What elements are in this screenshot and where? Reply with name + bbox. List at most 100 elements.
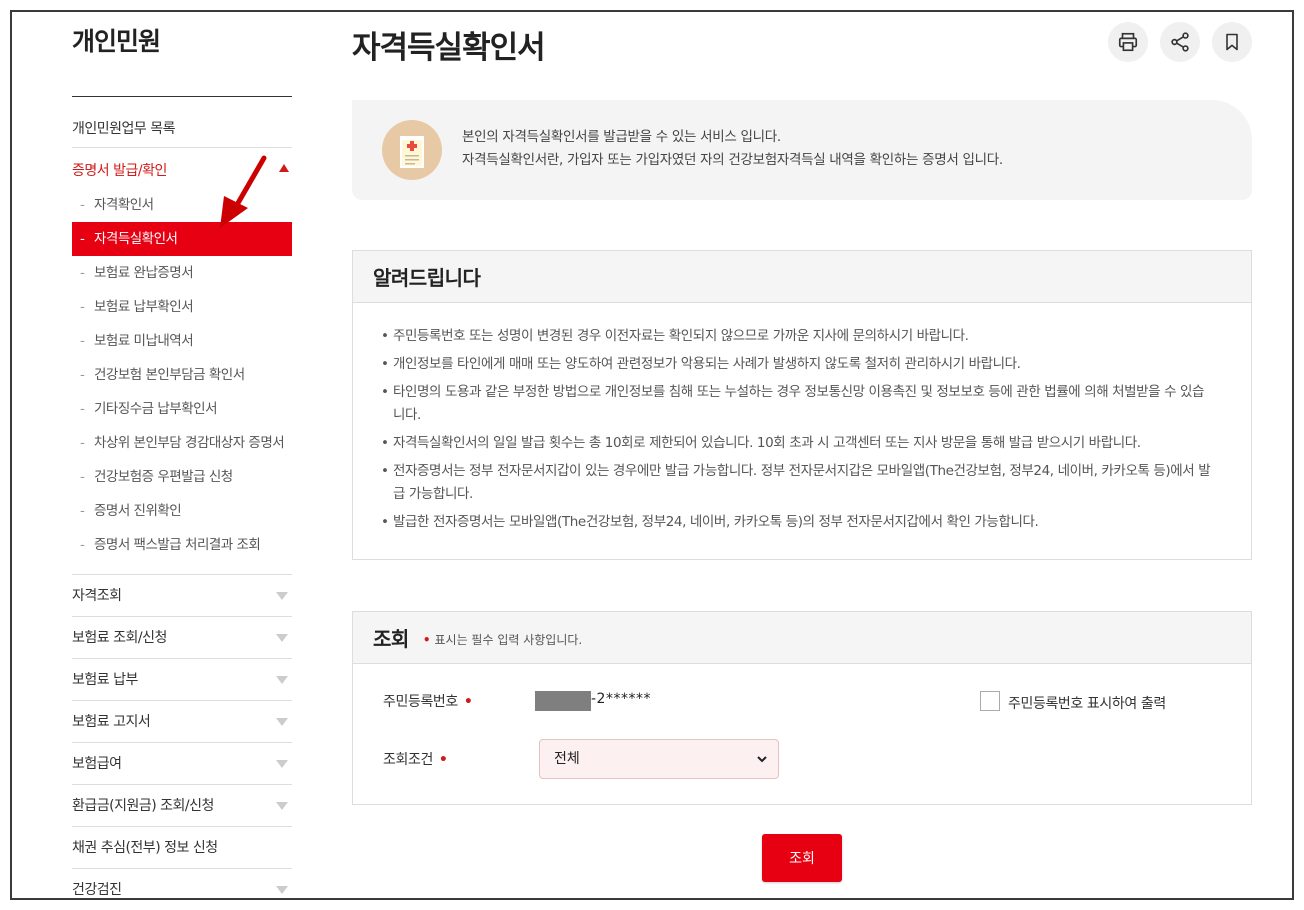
sidebar-section-label: 증명서 발급/확인 [72,163,167,179]
dash-icon: - [80,299,85,315]
sidebar-category-label: 건강검진 [72,882,122,898]
sidebar-sub-item-label: 건강보험증 우편발급 신청 [94,469,233,485]
sidebar-sub-item-label: 건강보험 본인부담금 확인서 [94,367,245,383]
id-label: 주민등록번호 • [383,691,473,711]
notice-title: 알려드립니다 [373,266,481,290]
service-intro-box: 본인의 자격득실확인서를 발급받을 수 있는 서비스 입니다. 자격득실확인서란… [352,100,1252,200]
document-icon [382,120,442,180]
sidebar-category-item[interactable]: 보험료 고지서 [72,700,292,742]
notice-list: 주민등록번호 또는 성명이 변경된 경우 이전자료는 확인되지 않으므로 가까운… [353,303,1251,555]
sidebar-category-label: 자격조회 [72,588,122,604]
show-id-label[interactable]: 주민등록번호 표시하여 출력 [1008,693,1166,713]
notice-panel: 알려드립니다 주민등록번호 또는 성명이 변경된 경우 이전자료는 확인되지 않… [352,250,1252,560]
sidebar-category-item[interactable]: 자격조회 [72,574,292,616]
dash-icon: - [80,537,85,553]
sidebar-category-label: 보험료 납부 [72,672,138,688]
sidebar-sub-item-label: 자격확인서 [94,197,154,213]
bookmark-button[interactable] [1212,22,1252,62]
condition-select-value: 전체 [554,751,580,767]
sidebar-sub-item-label: 기타징수금 납부확인서 [94,401,218,417]
condition-label-text: 조회조건 [383,752,433,768]
share-button[interactable] [1160,22,1200,62]
sidebar-sub-item[interactable]: - 증명서 진위확인 [72,494,292,528]
sidebar-sub-item[interactable]: - 건강보험 본인부담금 확인서 [72,358,292,392]
query-header: 조회 • 표시는 필수 입력 사항입니다. [353,612,1251,664]
sidebar-sub-item[interactable]: - 보험료 납부확인서 [72,290,292,324]
browser-frame: 개인민원 개인민원업무 목록 증명서 발급/확인 - 자격확인서 - 자격득실확인서 -… [10,10,1294,900]
print-icon [1118,32,1138,52]
intro-line: 자격득실확인서란, 가입자 또는 가입자였던 자의 건강보험자격득실 내역을 확… [462,152,1003,168]
notice-item: 주민등록번호 또는 성명이 변경된 경우 이전자료는 확인되지 않으므로 가까운… [381,325,1211,348]
dash-icon: - [80,231,85,247]
id-label-text: 주민등록번호 [383,694,458,710]
dash-icon: - [80,401,85,417]
sidebar-sub-item[interactable]: - 보험료 미납내역서 [72,324,292,358]
query-panel: 조회 • 표시는 필수 입력 사항입니다. 주민등록번호 • -2****** 주민… [352,611,1252,805]
service-intro-text: 본인의 자격득실확인서를 발급받을 수 있는 서비스 입니다. 자격득실확인서란… [462,126,1003,172]
page-title: 자격득실확인서 [352,30,546,66]
sidebar-category-item[interactable]: 환급금(지원금) 조회/신청 [72,784,292,826]
sidebar-category-item[interactable]: 건강검진 [72,868,292,898]
expand-down-icon [276,802,288,810]
dash-icon: - [80,197,85,213]
sidebar-category-item[interactable]: 보험료 조회/신청 [72,616,292,658]
sidebar-category-label: 보험료 조회/신청 [72,630,167,646]
sidebar-category-label: 보험급여 [72,756,122,772]
dash-icon: - [80,367,85,383]
collapse-up-icon [279,164,289,172]
dash-icon: - [80,469,85,485]
required-dot-icon: • [422,633,431,647]
expand-down-icon [276,634,288,642]
sidebar-sub-item-label: 보험료 납부확인서 [94,299,194,315]
sidebar-sub-item-label: 자격득실확인서 [94,231,178,247]
sidebar-title: 개인민원 [72,27,161,56]
notice-item: 발급한 전자증명서는 모바일앱(The건강보험, 정부24, 네이버, 카카오톡… [381,511,1211,534]
dash-icon: - [80,265,85,281]
search-button[interactable]: 조회 [762,834,842,882]
condition-label: 조회조건 • [383,749,448,769]
condition-select[interactable]: 전체 [539,739,779,779]
sidebar-sub-item-label: 보험료 미납내역서 [94,333,194,349]
required-note: • 표시는 필수 입력 사항입니다. [423,631,582,648]
dash-icon: - [80,503,85,519]
sidebar-category-label: 채권 추심(전부) 정보 신청 [72,840,218,856]
required-dot-icon: • [463,694,473,710]
bookmark-icon [1226,33,1238,51]
sidebar-category-item[interactable]: 보험급여 [72,742,292,784]
expand-down-icon [276,718,288,726]
id-suffix: -2****** [591,691,651,707]
sidebar-sub-item[interactable]: - 건강보험증 우편발급 신청 [72,460,292,494]
notice-item: 타인명의 도용과 같은 부정한 방법으로 개인정보를 침해 또는 누설하는 경우… [381,381,1211,427]
expand-down-icon [276,760,288,768]
show-id-checkbox[interactable] [980,691,1000,711]
sidebar-sub-item[interactable]: - 차상위 본인부담 경감대상자 증명서 [72,426,292,460]
expand-down-icon [276,886,288,894]
chevron-down-icon [757,756,767,763]
print-button[interactable] [1108,22,1148,62]
masked-id-block [535,691,591,711]
required-dot-icon: • [438,752,448,768]
sidebar-sub-item[interactable]: - 기타징수금 납부확인서 [72,392,292,426]
intro-line: 본인의 자격득실확인서를 발급받을 수 있는 서비스 입니다. [462,129,781,145]
sidebar-divider [72,96,292,97]
form-row-id: 주민등록번호 • -2****** 주민등록번호 표시하여 출력 [353,681,1253,721]
required-note-text: 표시는 필수 입력 사항입니다. [434,633,583,647]
annotation-arrow-icon [220,155,267,228]
share-icon [1171,32,1189,52]
sidebar-category-label: 환급금(지원금) 조회/신청 [72,798,214,814]
dash-icon: - [80,333,85,349]
sidebar-sub-item[interactable]: - 보험료 완납증명서 [72,256,292,290]
sidebar-category-item[interactable]: 보험료 납부 [72,658,292,700]
sidebar-sub-item-label: 차상위 본인부담 경감대상자 증명서 [94,435,285,451]
sidebar-item-civil-list[interactable]: 개인민원업무 목록 [72,118,292,148]
sidebar-category-item[interactable]: 채권 추심(전부) 정보 신청 [72,826,292,868]
dash-icon: - [80,435,85,451]
query-title: 조회 [373,627,409,651]
sidebar-sub-item[interactable]: - 증명서 팩스발급 처리결과 조회 [72,528,292,562]
form-row-condition: 조회조건 • 전체 [353,739,1253,779]
sidebar-sub-item-label: 증명서 팩스발급 처리결과 조회 [94,537,261,553]
expand-down-icon [276,676,288,684]
expand-down-icon [276,592,288,600]
notice-item: 전자증명서는 정부 전자문서지갑이 있는 경우에만 발급 가능합니다. 정부 전… [381,460,1211,506]
notice-header: 알려드립니다 [353,251,1251,303]
